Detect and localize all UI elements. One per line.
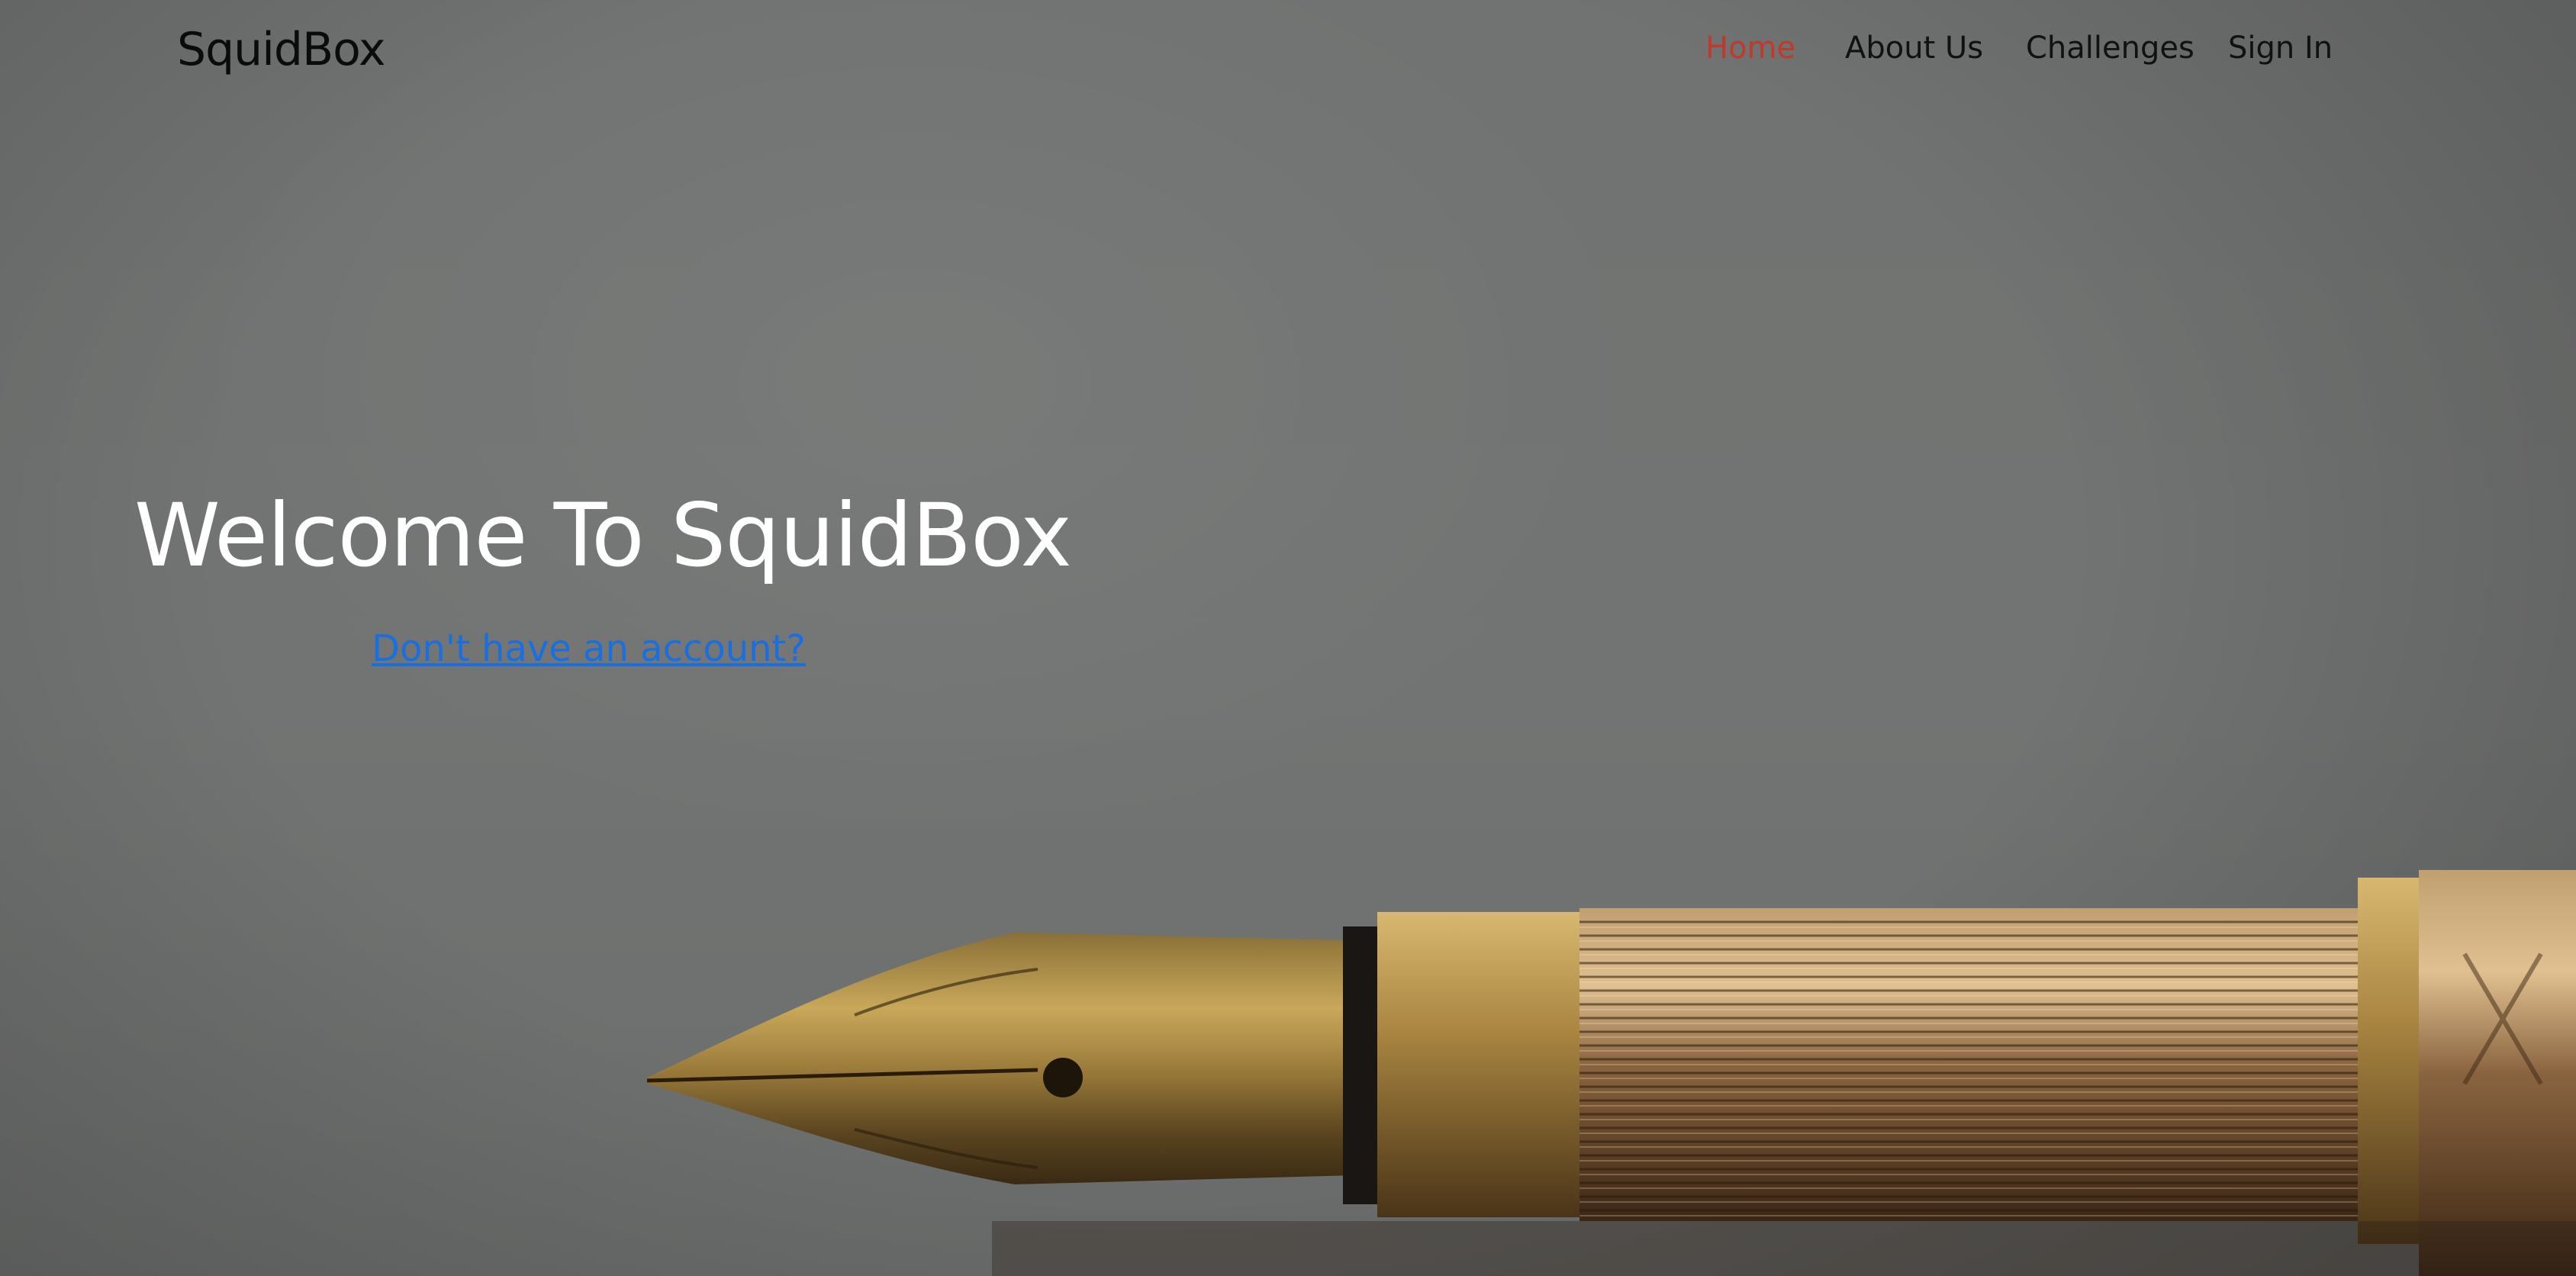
brand-logo[interactable]: SquidBox (177, 23, 385, 76)
signup-link[interactable]: Don't have an account? (372, 627, 806, 670)
hero-title: Welcome To SquidBox (134, 485, 1072, 586)
nav-home[interactable]: Home (1705, 31, 1795, 66)
nav-challenges[interactable]: Challenges (2026, 31, 2194, 66)
nav-about-us[interactable]: About Us (1845, 31, 1983, 66)
nav-sign-in[interactable]: Sign In (2228, 31, 2333, 66)
top-navbar: SquidBox Home About Us Challenges Sign I… (0, 0, 2576, 103)
